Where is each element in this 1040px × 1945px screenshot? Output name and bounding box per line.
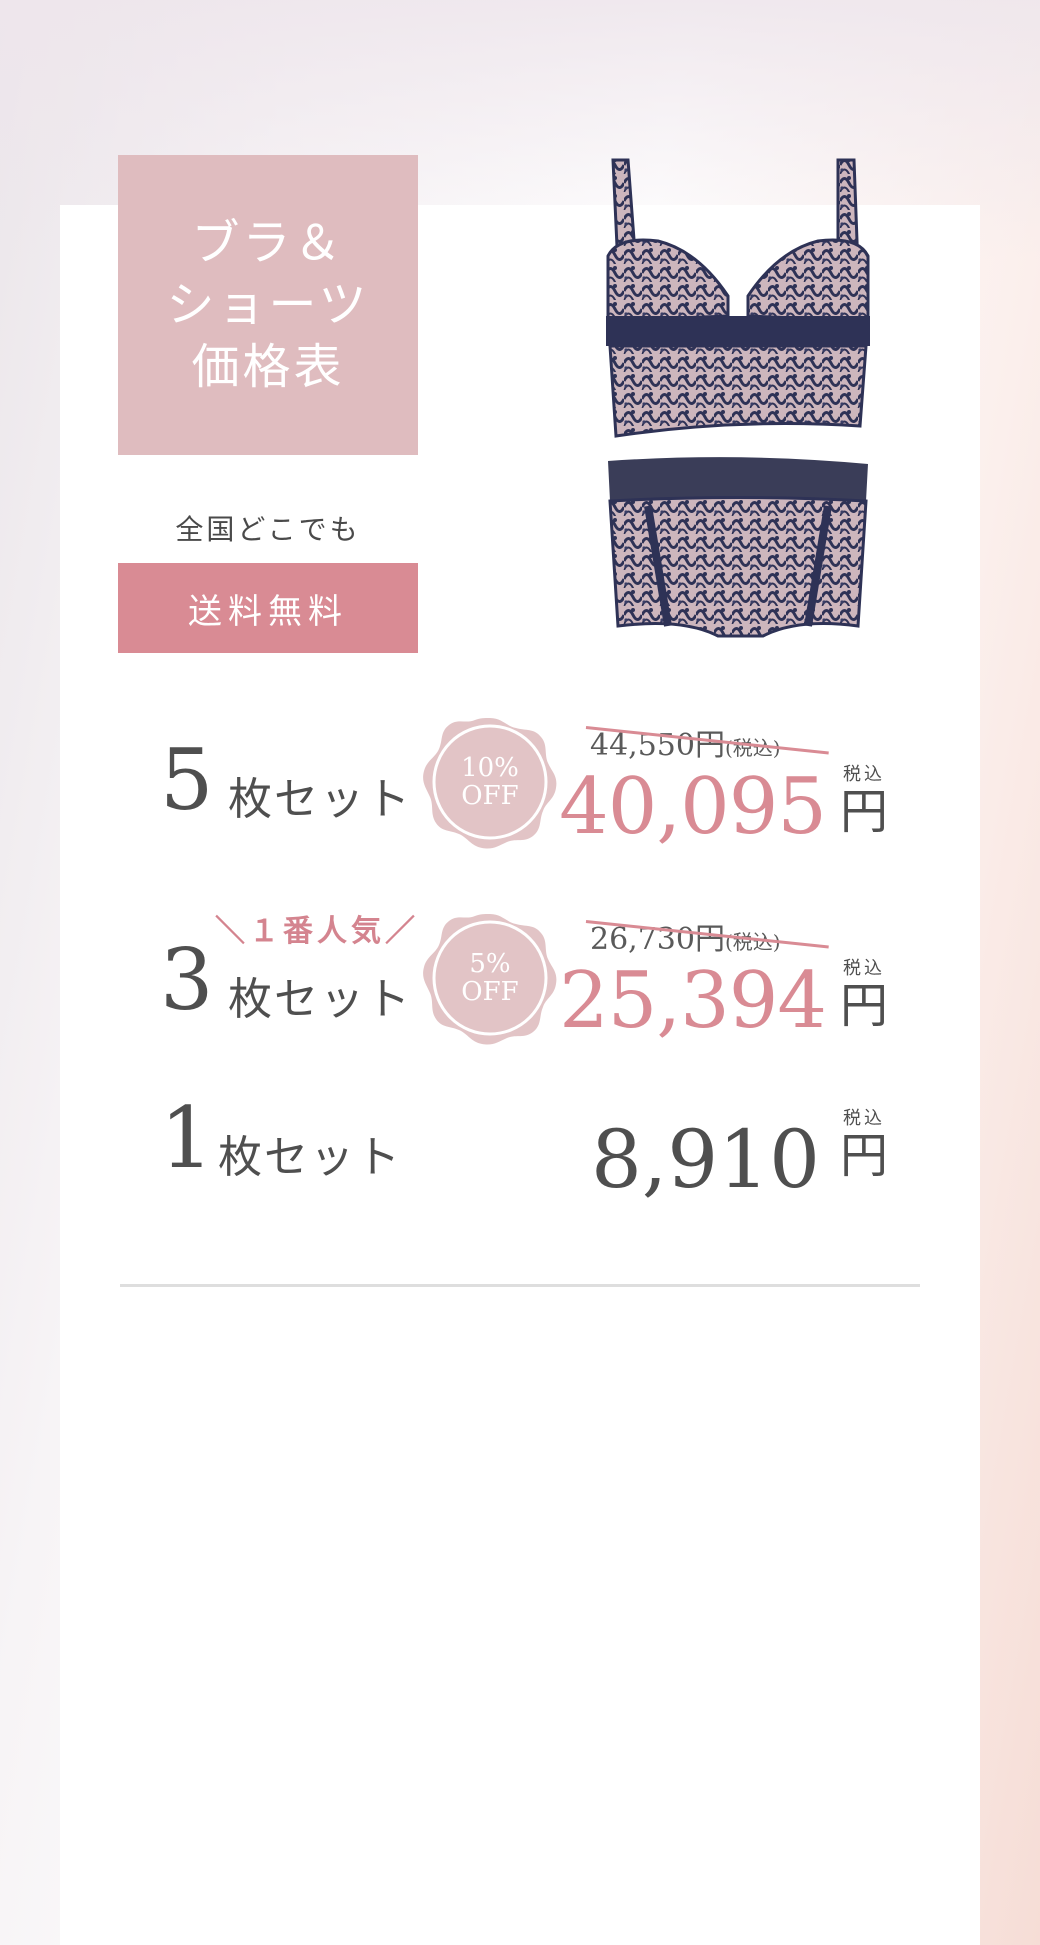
price-row-3-set: ＼１番人気／ 3 枚セット 5% OFF 26,730円(税込) 25,394 … [0, 908, 1040, 1058]
discount-off: OFF [461, 977, 519, 1007]
original-price: 44,550円(税込) [590, 728, 781, 763]
set-quantity: 3 [160, 931, 214, 1029]
discount-percent: 10% [461, 753, 519, 783]
title-box: ブラ＆ ショーツ 価格表 [118, 155, 418, 455]
page-title: ブラ＆ ショーツ 価格表 [166, 215, 370, 395]
section-divider [120, 1284, 920, 1287]
original-price: 26,730円(税込) [590, 922, 781, 957]
set-quantity: 1 [160, 1089, 214, 1187]
free-shipping-badge: 送料無料 [118, 563, 418, 653]
price: 8,910 [590, 1113, 820, 1206]
discount-badge: 10% OFF [422, 714, 558, 850]
set-quantity: 5 [160, 731, 214, 829]
tax-included-label: 税込 [843, 764, 885, 785]
yen-unit: 税込 円 [838, 1108, 890, 1182]
most-popular-badge: ＼１番人気／ [215, 914, 419, 949]
tax-included-label: 税込 [843, 958, 885, 979]
yen-symbol: 円 [839, 978, 888, 1034]
price-row-5-set: 5 枚セット 10% OFF 44,550円(税込) 40,095 税込 円 [0, 712, 1040, 862]
set-unit-label: 枚セット [218, 1132, 402, 1183]
price-row-1-set: 1 枚セット 8,910 税込 円 [0, 1090, 1040, 1240]
tax-included-label: 税込 [843, 1108, 885, 1129]
shipping-note: 全国どこでも [175, 513, 361, 546]
yen-unit: 税込 円 [838, 958, 890, 1032]
discount-off: OFF [461, 781, 519, 811]
discount-percent: 5% [469, 949, 511, 979]
sale-price: 40,095 [559, 762, 827, 852]
sale-price: 25,394 [559, 956, 827, 1046]
set-unit-label: 枚セット [228, 974, 412, 1025]
yen-unit: 税込 円 [838, 764, 890, 838]
yen-symbol: 円 [839, 784, 888, 840]
yen-symbol: 円 [839, 1128, 888, 1184]
discount-badge: 5% OFF [422, 910, 558, 1046]
lingerie-set-image [606, 158, 870, 638]
set-unit-label: 枚セット [228, 774, 412, 825]
